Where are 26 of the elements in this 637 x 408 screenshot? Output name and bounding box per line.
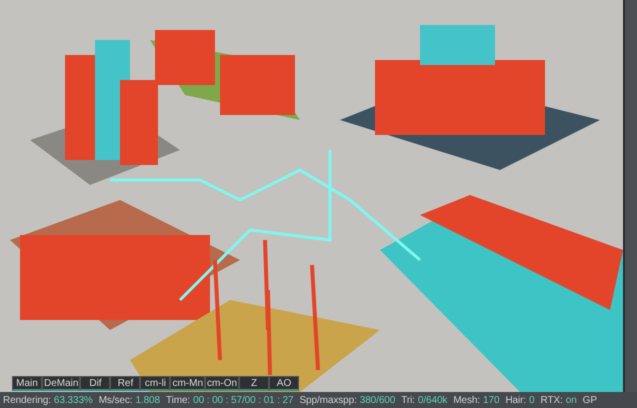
status-label: Hair: — [505, 394, 526, 406]
status-label: GP — [582, 394, 597, 406]
render-pass-button[interactable]: Main — [12, 376, 42, 391]
status-label: Spp/maxspp: — [299, 394, 357, 406]
status-value: 1.808 — [135, 394, 160, 406]
render-pass-button[interactable]: Dif — [80, 376, 110, 391]
status-label: Mesh: — [453, 394, 480, 406]
render-pass-button[interactable]: Ref — [110, 376, 140, 391]
status-label: Time: — [166, 394, 190, 406]
status-value: 00 : 00 : 57/00 : 01 : 27 — [193, 394, 294, 406]
status-value: on — [566, 394, 577, 406]
status-label: RTX: — [540, 394, 563, 406]
render-pass-button[interactable]: cm-Mn — [170, 376, 206, 391]
render-pass-button[interactable]: Z — [239, 376, 270, 391]
render-pass-button[interactable]: AO — [269, 376, 300, 391]
status-value: 380/600 — [360, 394, 396, 406]
status-value: 170 — [483, 394, 500, 406]
render-pass-button[interactable]: DeMain — [42, 376, 80, 391]
status-value: 63.333% — [54, 394, 93, 406]
status-label: Tri: — [401, 394, 415, 406]
status-value: 0/640k — [418, 394, 448, 406]
status-value: 0 — [529, 394, 535, 406]
status-label: Ms/sec: — [98, 394, 132, 406]
status-label: Rendering: — [3, 394, 51, 406]
render-pass-button[interactable]: cm-li — [140, 376, 170, 391]
render-pass-button[interactable]: cm-On — [205, 376, 240, 391]
